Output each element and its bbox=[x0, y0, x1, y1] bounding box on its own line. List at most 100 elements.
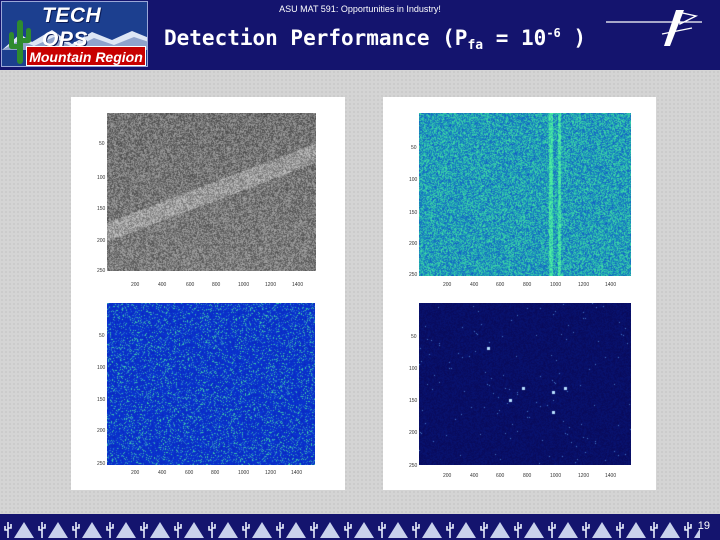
footer-mountain-icon bbox=[388, 522, 408, 538]
xtick: 1000 bbox=[550, 473, 562, 479]
xtick: 600 bbox=[496, 473, 505, 479]
ytick: 200 bbox=[409, 430, 418, 436]
footer-mountain-icon bbox=[218, 522, 238, 538]
footer-cactus-icon bbox=[310, 522, 318, 538]
ytick: 250 bbox=[409, 463, 418, 469]
footer-mountain-icon bbox=[116, 522, 136, 538]
footer-mountain-icon bbox=[150, 522, 170, 538]
xtick: 1400 bbox=[292, 282, 304, 288]
plot-image-top-left bbox=[107, 113, 316, 271]
footer-cactus-icon bbox=[412, 522, 420, 538]
footer-cactus-icon bbox=[276, 522, 284, 538]
page-number: 19 bbox=[697, 520, 710, 532]
title-equals: = 10 bbox=[483, 26, 547, 50]
xtick: 800 bbox=[211, 470, 220, 476]
lockheed-star-logo bbox=[606, 10, 702, 46]
ytick: 50 bbox=[411, 145, 417, 151]
ytick: 100 bbox=[409, 177, 418, 183]
xtick: 1400 bbox=[605, 282, 617, 288]
xtick: 200 bbox=[443, 473, 452, 479]
footer-cactus-icon bbox=[616, 522, 624, 538]
xtick: 400 bbox=[158, 282, 167, 288]
slide-footer bbox=[0, 514, 720, 540]
ytick: 200 bbox=[97, 428, 106, 434]
footer-mountain-icon bbox=[660, 522, 680, 538]
ytick: 100 bbox=[97, 365, 106, 371]
slide-header: TECH OPS Mountain Region ASU MAT 591: Op… bbox=[0, 0, 720, 70]
xtick: 600 bbox=[185, 470, 194, 476]
footer-mountain-icon bbox=[48, 522, 68, 538]
plot-image-bottom-left bbox=[107, 303, 315, 465]
xtick: 600 bbox=[186, 282, 195, 288]
ytick: 50 bbox=[411, 334, 417, 340]
xtick: 800 bbox=[523, 282, 532, 288]
footer-mountain-icon bbox=[524, 522, 544, 538]
footer-mountain-icon bbox=[184, 522, 204, 538]
plot-image-bottom-right bbox=[419, 303, 631, 465]
ytick: 50 bbox=[99, 141, 105, 147]
xtick: 1200 bbox=[265, 282, 277, 288]
ytick: 150 bbox=[97, 206, 106, 212]
footer-cactus-icon bbox=[4, 522, 12, 538]
xtick: 1000 bbox=[550, 282, 562, 288]
footer-cactus-icon bbox=[106, 522, 114, 538]
title-main: Detection Performance (P bbox=[164, 26, 468, 50]
title-exponent: -6 bbox=[546, 26, 561, 40]
footer-cactus-icon bbox=[514, 522, 522, 538]
footer-mountain-icon bbox=[558, 522, 578, 538]
footer-cactus-icon bbox=[582, 522, 590, 538]
footer-cactus-icon bbox=[650, 522, 658, 538]
footer-cactus-icon bbox=[140, 522, 148, 538]
footer-mountain-icon bbox=[626, 522, 646, 538]
xtick: 800 bbox=[212, 282, 221, 288]
logo-bottom-text: Mountain Region bbox=[26, 46, 146, 66]
footer-cactus-icon bbox=[684, 522, 692, 538]
xtick: 800 bbox=[523, 473, 532, 479]
footer-cactus-icon bbox=[480, 522, 488, 538]
footer-cactus-icon bbox=[38, 522, 46, 538]
xtick: 1400 bbox=[291, 470, 303, 476]
title-end: ) bbox=[560, 26, 587, 50]
footer-mountain-icon bbox=[252, 522, 272, 538]
ytick: 250 bbox=[409, 272, 418, 278]
footer-mountain-icon bbox=[82, 522, 102, 538]
xtick: 1200 bbox=[578, 282, 590, 288]
xtick: 600 bbox=[496, 282, 505, 288]
ytick: 100 bbox=[97, 175, 106, 181]
footer-cactus-icon bbox=[174, 522, 182, 538]
footer-mountain-icon bbox=[354, 522, 374, 538]
title-subscript: fa bbox=[467, 38, 484, 53]
xtick: 1400 bbox=[605, 473, 617, 479]
ytick: 100 bbox=[409, 366, 418, 372]
footer-mountain-icon bbox=[456, 522, 476, 538]
ytick: 50 bbox=[99, 333, 105, 339]
footer-cactus-icon bbox=[446, 522, 454, 538]
cactus-mountain-band bbox=[4, 522, 700, 538]
xtick: 400 bbox=[470, 473, 479, 479]
xtick: 1200 bbox=[265, 470, 277, 476]
plot-image-top-right bbox=[419, 113, 631, 276]
footer-mountain-icon bbox=[592, 522, 612, 538]
xtick: 200 bbox=[443, 282, 452, 288]
xtick: 400 bbox=[470, 282, 479, 288]
ytick: 200 bbox=[97, 238, 106, 244]
footer-cactus-icon bbox=[548, 522, 556, 538]
footer-cactus-icon bbox=[378, 522, 386, 538]
footer-mountain-icon bbox=[320, 522, 340, 538]
ytick: 250 bbox=[97, 461, 106, 467]
footer-cactus-icon bbox=[72, 522, 80, 538]
footer-cactus-icon bbox=[208, 522, 216, 538]
ytick: 200 bbox=[409, 241, 418, 247]
ytick: 250 bbox=[97, 268, 106, 274]
footer-mountain-icon bbox=[286, 522, 306, 538]
footer-mountain-icon bbox=[490, 522, 510, 538]
ytick: 150 bbox=[409, 398, 418, 404]
xtick: 1000 bbox=[238, 282, 250, 288]
footer-cactus-icon bbox=[242, 522, 250, 538]
footer-cactus-icon bbox=[344, 522, 352, 538]
ytick: 150 bbox=[409, 210, 418, 216]
xtick: 200 bbox=[131, 282, 140, 288]
slide-title: Detection Performance (Pfa = 10-6 ) bbox=[164, 26, 586, 53]
footer-mountain-icon bbox=[422, 522, 442, 538]
xtick: 400 bbox=[158, 470, 167, 476]
